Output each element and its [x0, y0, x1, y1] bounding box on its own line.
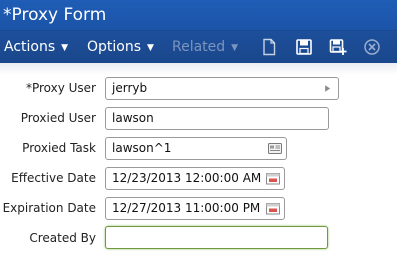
proxied-task-value: lawson^1 — [112, 141, 172, 155]
toolbar: Actions ▼ Options ▼ Related ▼ — [0, 31, 397, 63]
expiration-date-value: 12/27/2013 11:00:00 PM — [112, 201, 261, 215]
actions-menu-label: Actions — [4, 39, 56, 55]
effective-date-label: Effective Date — [11, 171, 96, 185]
calendar-icon[interactable] — [266, 202, 280, 215]
options-menu[interactable]: Options ▼ — [87, 31, 154, 63]
proxied-task-label: Proxied Task — [22, 141, 96, 155]
save-and-new-icon[interactable] — [329, 38, 347, 56]
window-title-bar: *Proxy Form — [0, 0, 397, 31]
proxied-user-label: Proxied User — [20, 111, 96, 125]
calendar-icon[interactable] — [266, 172, 280, 185]
chevron-down-icon: ▼ — [147, 43, 154, 53]
chevron-down-icon: ▼ — [231, 43, 239, 53]
lookup-card-icon[interactable] — [268, 142, 282, 155]
window-title: *Proxy Form — [3, 5, 107, 25]
expiration-date-field[interactable]: 12/27/2013 11:00:00 PM — [105, 197, 285, 220]
proxy-user-value: jerryb — [112, 81, 148, 95]
proxied-user-value: lawson — [112, 111, 154, 125]
related-menu[interactable]: Related ▼ — [172, 31, 238, 63]
effective-date-field[interactable]: 12/23/2013 12:00:00 AM — [105, 167, 285, 190]
chevron-down-icon: ▼ — [61, 43, 69, 53]
proxied-user-field[interactable]: lawson — [105, 107, 329, 130]
toolbar-shadow — [0, 63, 397, 75]
expiration-date-label: Expiration Date — [2, 201, 96, 215]
proxy-user-label: *Proxy User — [25, 81, 96, 95]
related-menu-label: Related — [172, 39, 226, 55]
proxied-task-field[interactable]: lawson^1 — [105, 137, 287, 160]
new-document-icon[interactable] — [260, 38, 278, 56]
created-by-label: Created By — [29, 231, 96, 245]
effective-date-value: 12/23/2013 12:00:00 AM — [112, 171, 262, 185]
options-menu-label: Options — [87, 39, 142, 55]
delete-icon[interactable] — [363, 38, 381, 56]
proxy-user-field[interactable]: jerryb — [105, 77, 339, 100]
chevron-right-icon[interactable] — [323, 83, 333, 94]
save-icon[interactable] — [295, 38, 313, 56]
created-by-field[interactable] — [105, 226, 328, 249]
actions-menu[interactable]: Actions ▼ — [4, 31, 68, 63]
